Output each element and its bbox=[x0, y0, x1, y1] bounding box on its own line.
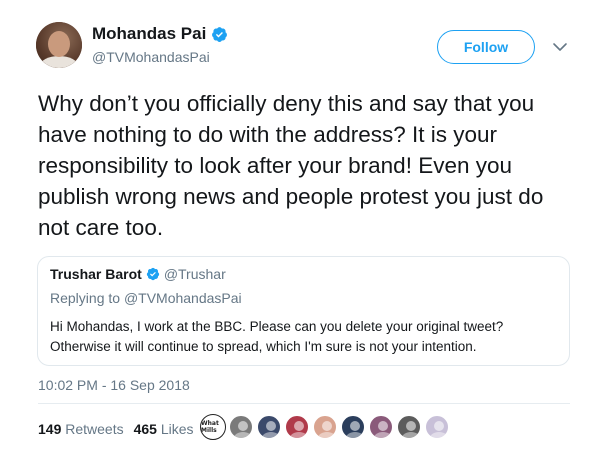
liker-avatar[interactable]: What Mills bbox=[200, 414, 226, 440]
verified-badge-icon bbox=[212, 26, 228, 42]
quoted-author-handle: @Trushar bbox=[163, 266, 226, 282]
retweets-stat[interactable]: 149 Retweets bbox=[38, 420, 124, 438]
tweet-card: Mohandas Pai @TVMohandasPai Follow Why d… bbox=[0, 0, 600, 452]
liker-avatar[interactable] bbox=[312, 414, 338, 440]
author-info: Mohandas Pai @TVMohandasPai bbox=[92, 24, 228, 66]
tweet-stats: 149 Retweets 465 Likes bbox=[38, 420, 194, 438]
liker-avatar[interactable] bbox=[368, 414, 394, 440]
replying-prefix: Replying to bbox=[50, 290, 121, 306]
quoted-tweet-header: Trushar Barot @Trushar bbox=[50, 265, 226, 283]
replying-to: Replying to @TVMohandasPai bbox=[50, 289, 242, 307]
author-handle[interactable]: @TVMohandasPai bbox=[92, 48, 228, 66]
author-name-row[interactable]: Mohandas Pai bbox=[92, 24, 228, 44]
retweets-label: Retweets bbox=[65, 421, 124, 437]
tweet-text: Why don’t you officially deny this and s… bbox=[38, 91, 544, 240]
liker-avatar[interactable] bbox=[340, 414, 366, 440]
likes-label: Likes bbox=[160, 421, 194, 437]
author-avatar[interactable] bbox=[36, 22, 82, 68]
author-display-name[interactable]: Mohandas Pai bbox=[92, 24, 206, 44]
liker-avatar[interactable] bbox=[256, 414, 282, 440]
retweets-count: 149 bbox=[38, 421, 62, 437]
likes-count: 465 bbox=[133, 421, 157, 437]
liker-avatar[interactable] bbox=[284, 414, 310, 440]
quoted-author-name: Trushar Barot bbox=[50, 266, 142, 282]
divider bbox=[38, 403, 570, 404]
liker-avatar[interactable] bbox=[228, 414, 254, 440]
verified-badge-icon bbox=[146, 267, 159, 281]
liker-avatar[interactable] bbox=[424, 414, 450, 440]
liker-avatar[interactable] bbox=[396, 414, 422, 440]
tweet-timestamp[interactable]: 10:02 PM - 16 Sep 2018 bbox=[38, 376, 190, 394]
likes-stat[interactable]: 465 Likes bbox=[134, 420, 194, 438]
quoted-tweet-text: Hi Mohandas, I work at the BBC. Please c… bbox=[50, 319, 504, 354]
likers-avatars: What Mills bbox=[200, 414, 450, 442]
liker-logo-text: What Mills bbox=[201, 420, 219, 434]
follow-button[interactable]: Follow bbox=[437, 30, 535, 64]
chevron-down-icon[interactable] bbox=[552, 40, 568, 54]
replying-to-mention[interactable]: @TVMohandasPai bbox=[124, 290, 242, 306]
quoted-tweet[interactable]: Trushar Barot @Trushar Replying to @TVMo… bbox=[37, 256, 570, 366]
